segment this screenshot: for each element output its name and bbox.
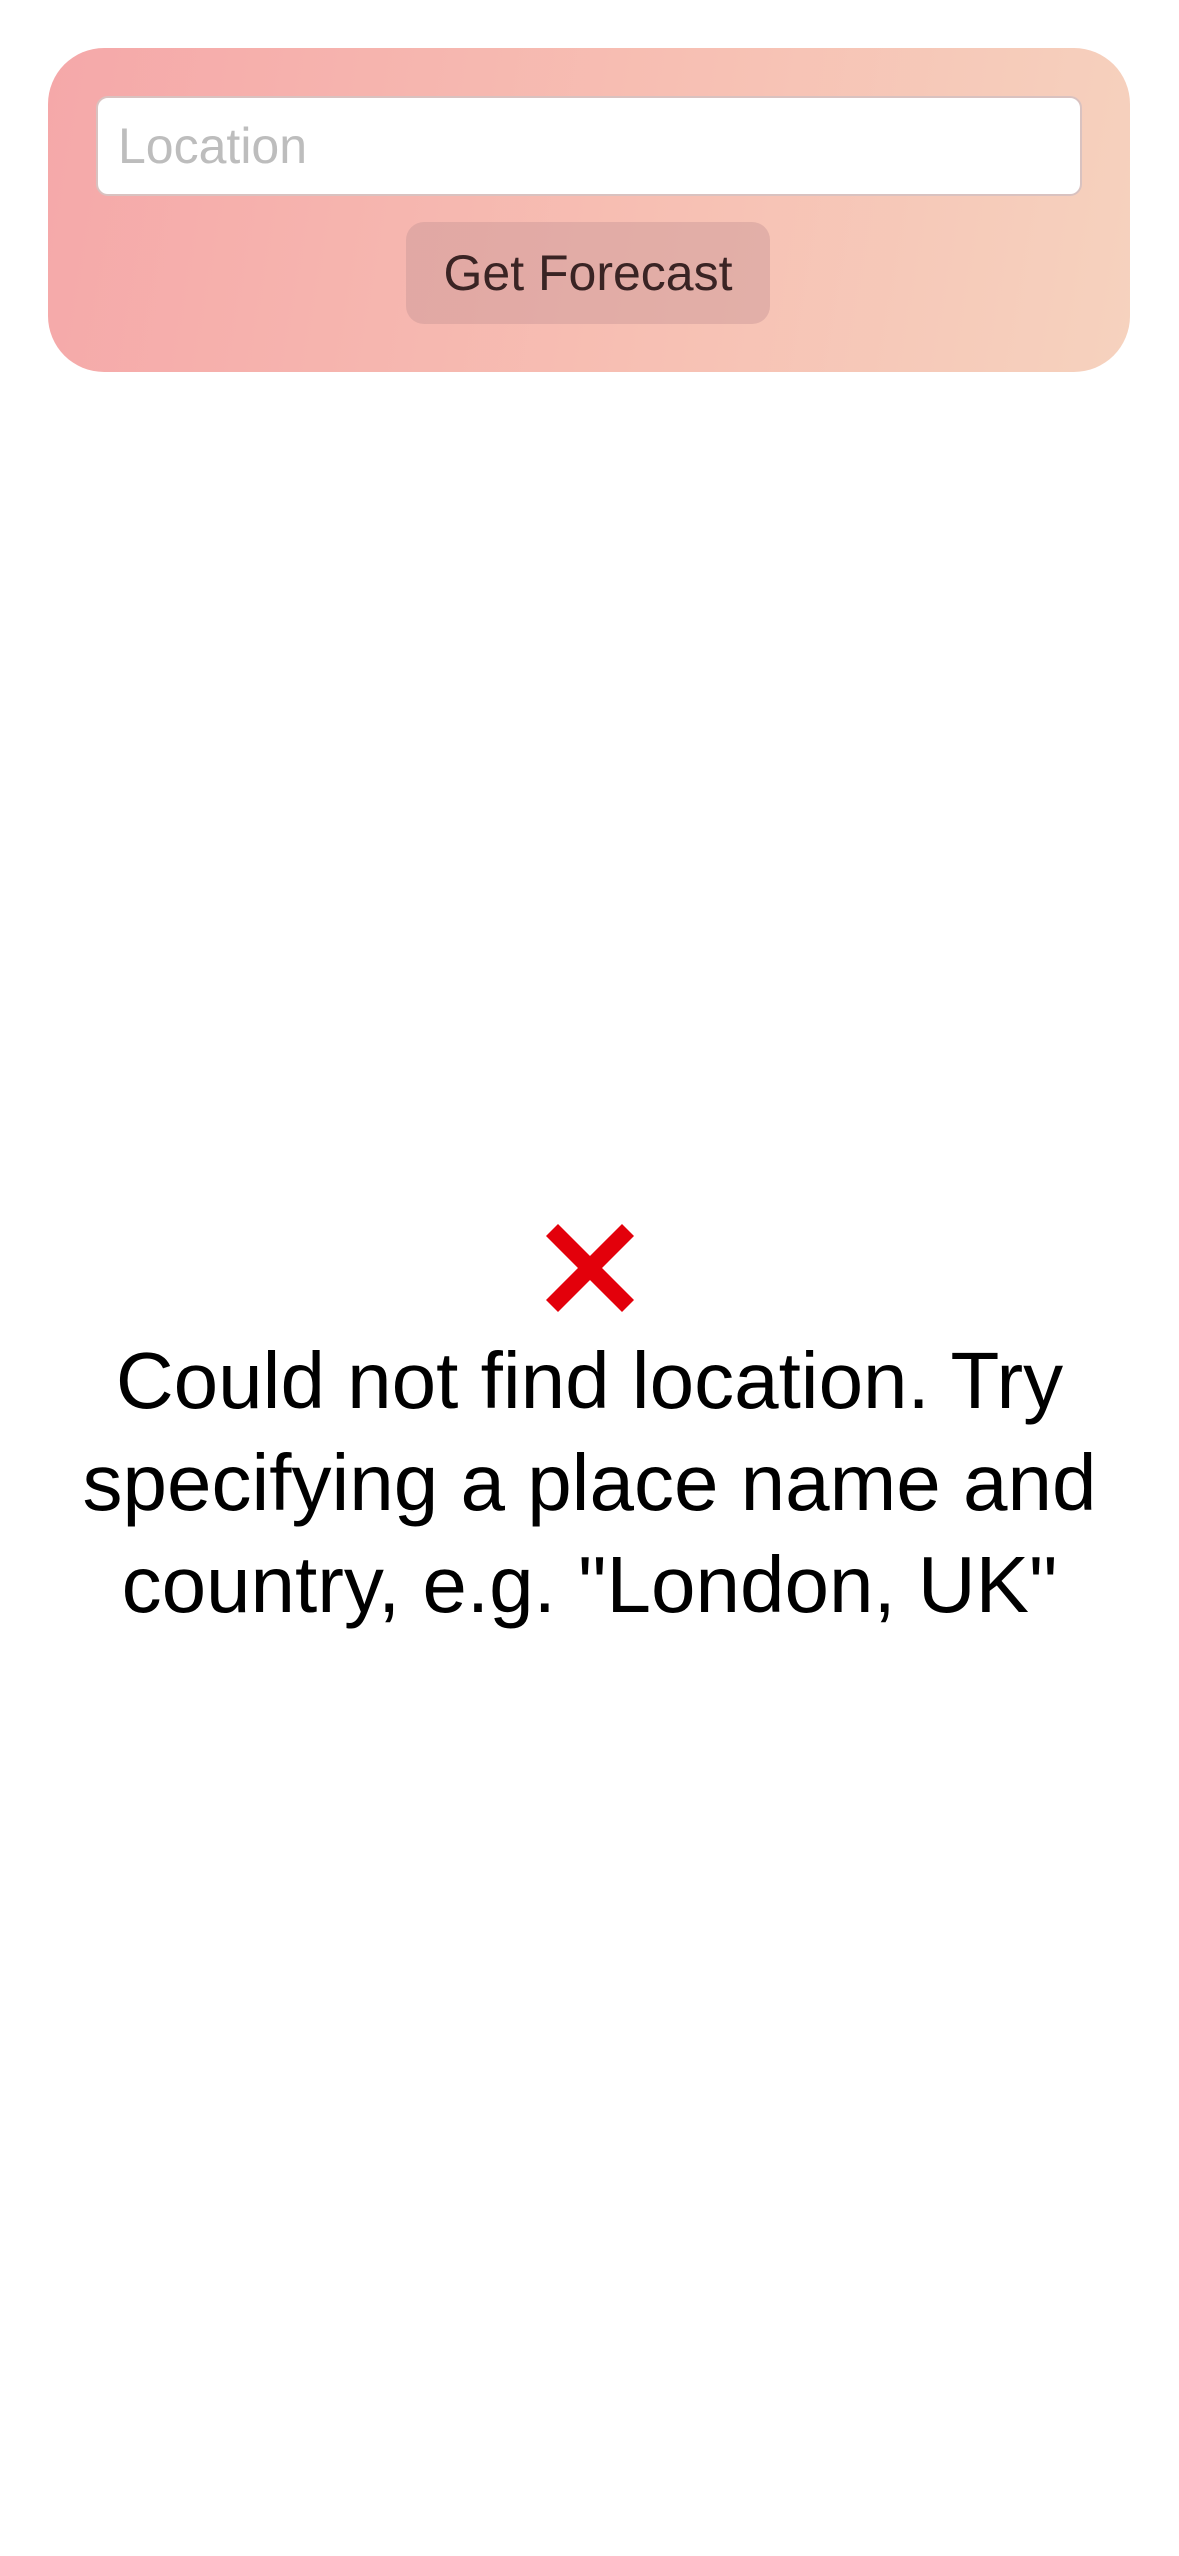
error-message: Could not find location. Try specifying … [82,1336,1097,1629]
cross-mark-icon [545,1223,634,1313]
get-forecast-button[interactable]: Get Forecast [406,222,770,324]
search-card: Get Forecast [48,48,1130,372]
location-input[interactable] [96,96,1082,196]
error-area: Could not find location. Try specifying … [0,1220,1179,1636]
